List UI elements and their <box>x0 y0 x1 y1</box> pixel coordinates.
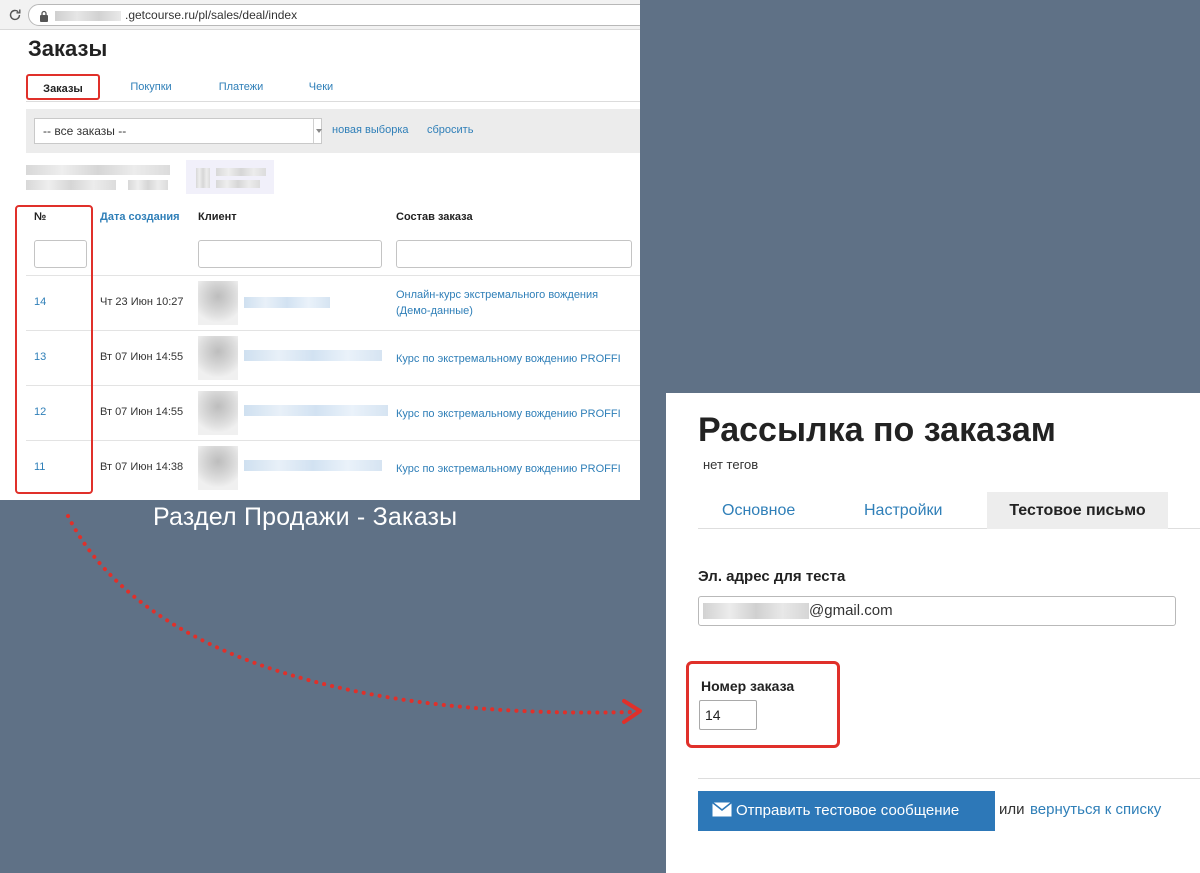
client-avatar <box>198 281 238 325</box>
order-number-field[interactable]: 14 <box>699 700 757 730</box>
order-product-link[interactable]: Курс по экстремальному вождению PROFFI <box>396 406 621 422</box>
blurred-client-name[interactable] <box>244 460 382 471</box>
page-title: Заказы <box>28 36 108 61</box>
tab-payments[interactable]: Платежи <box>212 74 270 100</box>
new-selection-link[interactable]: новая выборка <box>332 124 409 136</box>
client-avatar <box>198 391 238 435</box>
blurred-summary-text <box>26 180 116 190</box>
column-header-client: Клиент <box>198 211 237 223</box>
send-test-message-button[interactable]: Отправить тестовое сообщение <box>698 791 995 831</box>
or-text: или <box>999 801 1025 818</box>
column-header-date[interactable]: Дата создания <box>100 211 180 223</box>
tab-settings[interactable]: Настройки <box>864 492 942 529</box>
address-field[interactable]: .getcourse.ru/pl/sales/deal/index <box>28 4 640 26</box>
arrow-head-icon <box>622 699 642 724</box>
order-number-label: Номер заказа <box>701 678 795 694</box>
order-product-link[interactable]: Онлайн-курс экстремального вождения (Дем… <box>396 287 632 319</box>
url-text: .getcourse.ru/pl/sales/deal/index <box>125 8 298 22</box>
dotted-arrow-path <box>66 514 634 715</box>
filter-select-value: -- все заказы -- <box>43 124 127 138</box>
client-avatar <box>198 336 238 380</box>
order-date: Вт 07 Июн 14:38 <box>100 461 184 473</box>
chevron-down-icon <box>313 119 323 143</box>
orders-tabs: Заказы Покупки Платежи Чеки <box>26 74 640 102</box>
back-to-list-link[interactable]: вернуться к списку <box>1030 801 1161 818</box>
tab-receipts[interactable]: Чеки <box>298 74 344 100</box>
tab-orders[interactable]: Заказы <box>26 74 100 100</box>
blurred-tag-icon <box>196 168 210 188</box>
lock-icon <box>40 10 48 22</box>
order-number-highlight: Номер заказа 14 <box>686 661 840 748</box>
blurred-summary-text <box>26 165 170 175</box>
order-items-filter-input[interactable] <box>396 240 632 268</box>
blurred-client-name[interactable] <box>244 405 388 416</box>
orders-filter-select[interactable]: -- все заказы -- <box>34 118 322 144</box>
column-header-order-items: Состав заказа <box>396 211 473 223</box>
tab-test-letter[interactable]: Тестовое письмо <box>987 492 1168 529</box>
send-button-label: Отправить тестовое сообщение <box>736 802 960 819</box>
caption: Раздел Продажи - Заказы <box>153 503 458 531</box>
blurred-email-user <box>703 603 809 619</box>
blurred-subdomain <box>55 11 121 21</box>
orders-screenshot: .getcourse.ru/pl/sales/deal/index Заказы… <box>0 0 640 500</box>
tags-note: нет тегов <box>703 457 759 472</box>
envelope-icon <box>712 802 732 817</box>
blurred-tag <box>186 160 274 194</box>
client-avatar <box>198 446 238 490</box>
order-date: Вт 07 Июн 14:55 <box>100 351 184 363</box>
email-domain: @gmail.com <box>809 602 893 619</box>
blurred-client-name[interactable] <box>244 350 382 361</box>
mailing-title: Рассылка по заказам <box>698 411 1056 449</box>
order-product-link[interactable]: Курс по экстремальному вождению PROFFI <box>396 461 621 477</box>
blurred-summary-text <box>128 180 168 190</box>
blurred-tag-text <box>216 168 266 176</box>
order-date: Вт 07 Июн 14:55 <box>100 406 184 418</box>
client-filter-input[interactable] <box>198 240 382 268</box>
reset-link[interactable]: сбросить <box>427 124 473 136</box>
order-product-link[interactable]: Курс по экстремальному вождению PROFFI <box>396 351 621 367</box>
tab-main[interactable]: Основное <box>722 492 795 529</box>
filter-bar: -- все заказы -- новая выборка сбросить <box>26 109 640 153</box>
blurred-tag-text <box>216 180 260 188</box>
divider <box>698 778 1200 779</box>
blurred-client-name[interactable] <box>244 297 330 308</box>
browser-url-bar: .getcourse.ru/pl/sales/deal/index <box>0 0 640 30</box>
number-column-highlight <box>15 205 93 494</box>
email-label: Эл. адрес для теста <box>698 568 846 585</box>
reload-icon[interactable] <box>8 8 22 22</box>
tab-purchases[interactable]: Покупки <box>122 74 180 100</box>
test-email-field[interactable]: @gmail.com <box>698 596 1176 626</box>
mailing-screenshot: Рассылка по заказам нет тегов Основное Н… <box>666 393 1200 873</box>
mailing-tabs: Основное Настройки Тестовое письмо <box>698 492 1200 529</box>
order-date: Чт 23 Июн 10:27 <box>100 296 184 308</box>
